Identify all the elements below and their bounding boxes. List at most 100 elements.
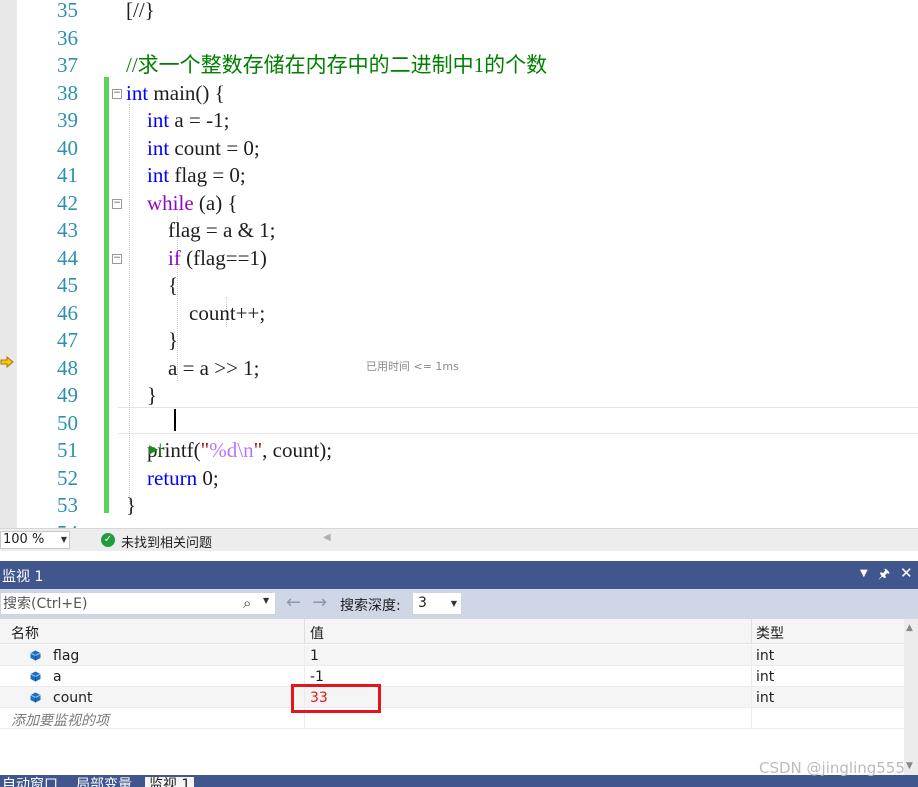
column-divider <box>751 687 752 708</box>
line-number: 54 <box>24 520 78 529</box>
code-text: //求一个整数存储在内存中的二进制中1的个数 <box>126 53 548 77</box>
chevron-down-icon[interactable]: ▼ <box>263 596 269 605</box>
watch-value[interactable]: 1 <box>310 648 319 664</box>
add-watch-placeholder[interactable]: 添加要监视的项 <box>11 710 109 730</box>
code-line[interactable]: 38 − int main() { <box>0 80 918 108</box>
add-watch-row[interactable]: 添加要监视的项 <box>0 708 904 729</box>
annotation-highlight-box <box>291 684 381 713</box>
editor-status-strip: 100 % ▼ ✓ 未找到相关问题 ◀ <box>0 528 918 551</box>
zoom-dropdown[interactable]: 100 % ▼ <box>0 531 70 549</box>
issues-status[interactable]: 未找到相关问题 <box>121 532 212 551</box>
search-icon[interactable]: ⌕ <box>243 594 251 612</box>
tab-locals[interactable]: 局部变量 <box>76 777 132 787</box>
code-editor[interactable]: 35 [//} 36 37//求一个整数存储在内存中的二进制中1的个数 38− int m… <box>0 0 918 528</box>
fold-toggle-icon[interactable]: − <box>112 253 122 264</box>
watch-type: int <box>756 669 775 685</box>
code-line[interactable]: 45 { <box>0 272 918 300</box>
column-divider <box>751 645 752 666</box>
line-number: 46 <box>57 300 78 325</box>
line-number: 53 <box>57 493 78 517</box>
column-divider[interactable] <box>304 619 305 644</box>
watch-value[interactable]: -1 <box>310 669 324 685</box>
code-text: count++; <box>126 300 266 325</box>
chevron-down-icon: ▼ <box>60 535 67 544</box>
code-line[interactable]: 42 − while (a) { <box>0 190 918 218</box>
line-number: 38 <box>57 80 78 105</box>
window-menu-icon[interactable]: ▼ <box>860 568 868 579</box>
line-number: 40 <box>57 135 78 160</box>
column-divider <box>304 645 305 666</box>
code-line[interactable]: 52 return 0; <box>0 465 918 493</box>
code-line[interactable]: 35 [//} <box>0 0 918 25</box>
tab-watch-1[interactable]: 监视 1 <box>145 777 195 787</box>
line-number: 49 <box>57 383 78 407</box>
watch-vertical-scrollbar[interactable]: ▲ ▼ <box>904 619 918 779</box>
close-icon[interactable]: ✕ <box>900 564 913 582</box>
watch-toolbar: ⌕ ▼ ← → 搜索深度: 3 ▼ <box>0 589 918 619</box>
code-text: flag = a & 1; <box>126 218 276 242</box>
watch-name[interactable]: count <box>53 690 93 706</box>
line-number: 44 <box>57 245 78 270</box>
check-circle-icon: ✓ <box>101 533 115 547</box>
code-line[interactable]: 53} <box>0 492 918 520</box>
arrow-left-icon[interactable]: ← <box>286 592 301 613</box>
scroll-up-icon[interactable]: ▲ <box>906 623 913 633</box>
watch-search-box[interactable]: ⌕ ▼ <box>0 592 276 615</box>
arrow-right-icon[interactable]: → <box>312 592 327 613</box>
pin-icon[interactable]: 🖈 <box>878 565 890 587</box>
code-line[interactable]: 39 int a = -1; <box>0 107 918 135</box>
line-number: 35 <box>57 0 78 22</box>
scroll-down-icon[interactable]: ▼ <box>906 761 913 771</box>
variable-icon <box>30 650 41 661</box>
code-line[interactable]: 46 count++; <box>0 300 918 328</box>
code-line[interactable]: 51 printf("%d\n", count); <box>0 437 918 465</box>
line-number: 48 <box>57 355 78 380</box>
code-text: int a = -1; <box>147 108 230 132</box>
fold-toggle-icon[interactable]: − <box>112 198 122 209</box>
code-line[interactable]: 44 − if (flag==1) <box>0 245 918 273</box>
code-line[interactable]: 47 } <box>0 327 918 355</box>
column-header-type[interactable]: 类型 <box>756 623 784 643</box>
code-line[interactable]: 36 <box>0 25 918 53</box>
column-divider <box>751 708 752 729</box>
code-line[interactable]: 48 a = a >> 1; <box>0 355 918 383</box>
scroll-left-icon[interactable]: ◀ <box>323 532 331 543</box>
tab-autos[interactable]: 自动窗口 <box>2 777 58 787</box>
watch-row[interactable]: count 33 int <box>0 687 904 708</box>
code-line[interactable]: 54 <box>0 520 918 529</box>
column-header-value[interactable]: 值 <box>310 623 324 643</box>
code-text: a = a >> 1; <box>126 355 260 380</box>
line-number: 37 <box>57 53 78 77</box>
watch-name[interactable]: flag <box>53 648 79 664</box>
code-line[interactable]: 49 } <box>0 382 918 410</box>
code-text: int flag = 0; <box>147 163 246 187</box>
code-text: [//} <box>126 0 155 22</box>
line-number: 43 <box>57 218 78 242</box>
text-caret <box>174 409 176 431</box>
code-line[interactable]: 37 //求一个整数存储在内存中的二进制中1的个数 <box>0 52 918 80</box>
fold-toggle-icon[interactable]: − <box>112 88 122 99</box>
watch-row[interactable]: flag 1 int <box>0 645 904 666</box>
perf-tip[interactable]: 已用时间 <= 1ms <box>366 358 459 374</box>
code-line[interactable]: 50 <box>0 410 918 438</box>
watch-name[interactable]: a <box>53 669 62 685</box>
code-line[interactable]: 43 flag = a & 1; <box>0 217 918 245</box>
code-text: } <box>126 493 137 517</box>
watch-grid-header: 名称 值 类型 <box>0 619 904 644</box>
code-text: while (a) { <box>147 190 238 215</box>
run-to-click-icon[interactable]: ▶| <box>149 442 162 456</box>
code-line[interactable]: 41 int flag = 0; <box>0 162 918 190</box>
code-text: if (flag==1) <box>168 245 267 270</box>
variable-icon <box>30 671 41 682</box>
search-depth-value: 3 <box>418 595 427 611</box>
watch-search-input[interactable] <box>3 595 233 613</box>
column-divider[interactable] <box>751 619 752 644</box>
code-line[interactable]: 40 int count = 0; <box>0 135 918 163</box>
watch-row[interactable]: a -1 int <box>0 666 904 687</box>
line-number: 52 <box>57 465 78 490</box>
chevron-down-icon: ▼ <box>450 599 457 608</box>
line-number: 45 <box>57 273 78 297</box>
watch-panel-title-bar[interactable]: 监视 1 ▼ 🖈 ✕ <box>0 561 918 589</box>
column-header-name[interactable]: 名称 <box>11 623 39 643</box>
search-depth-select[interactable]: 3 ▼ <box>412 592 462 615</box>
